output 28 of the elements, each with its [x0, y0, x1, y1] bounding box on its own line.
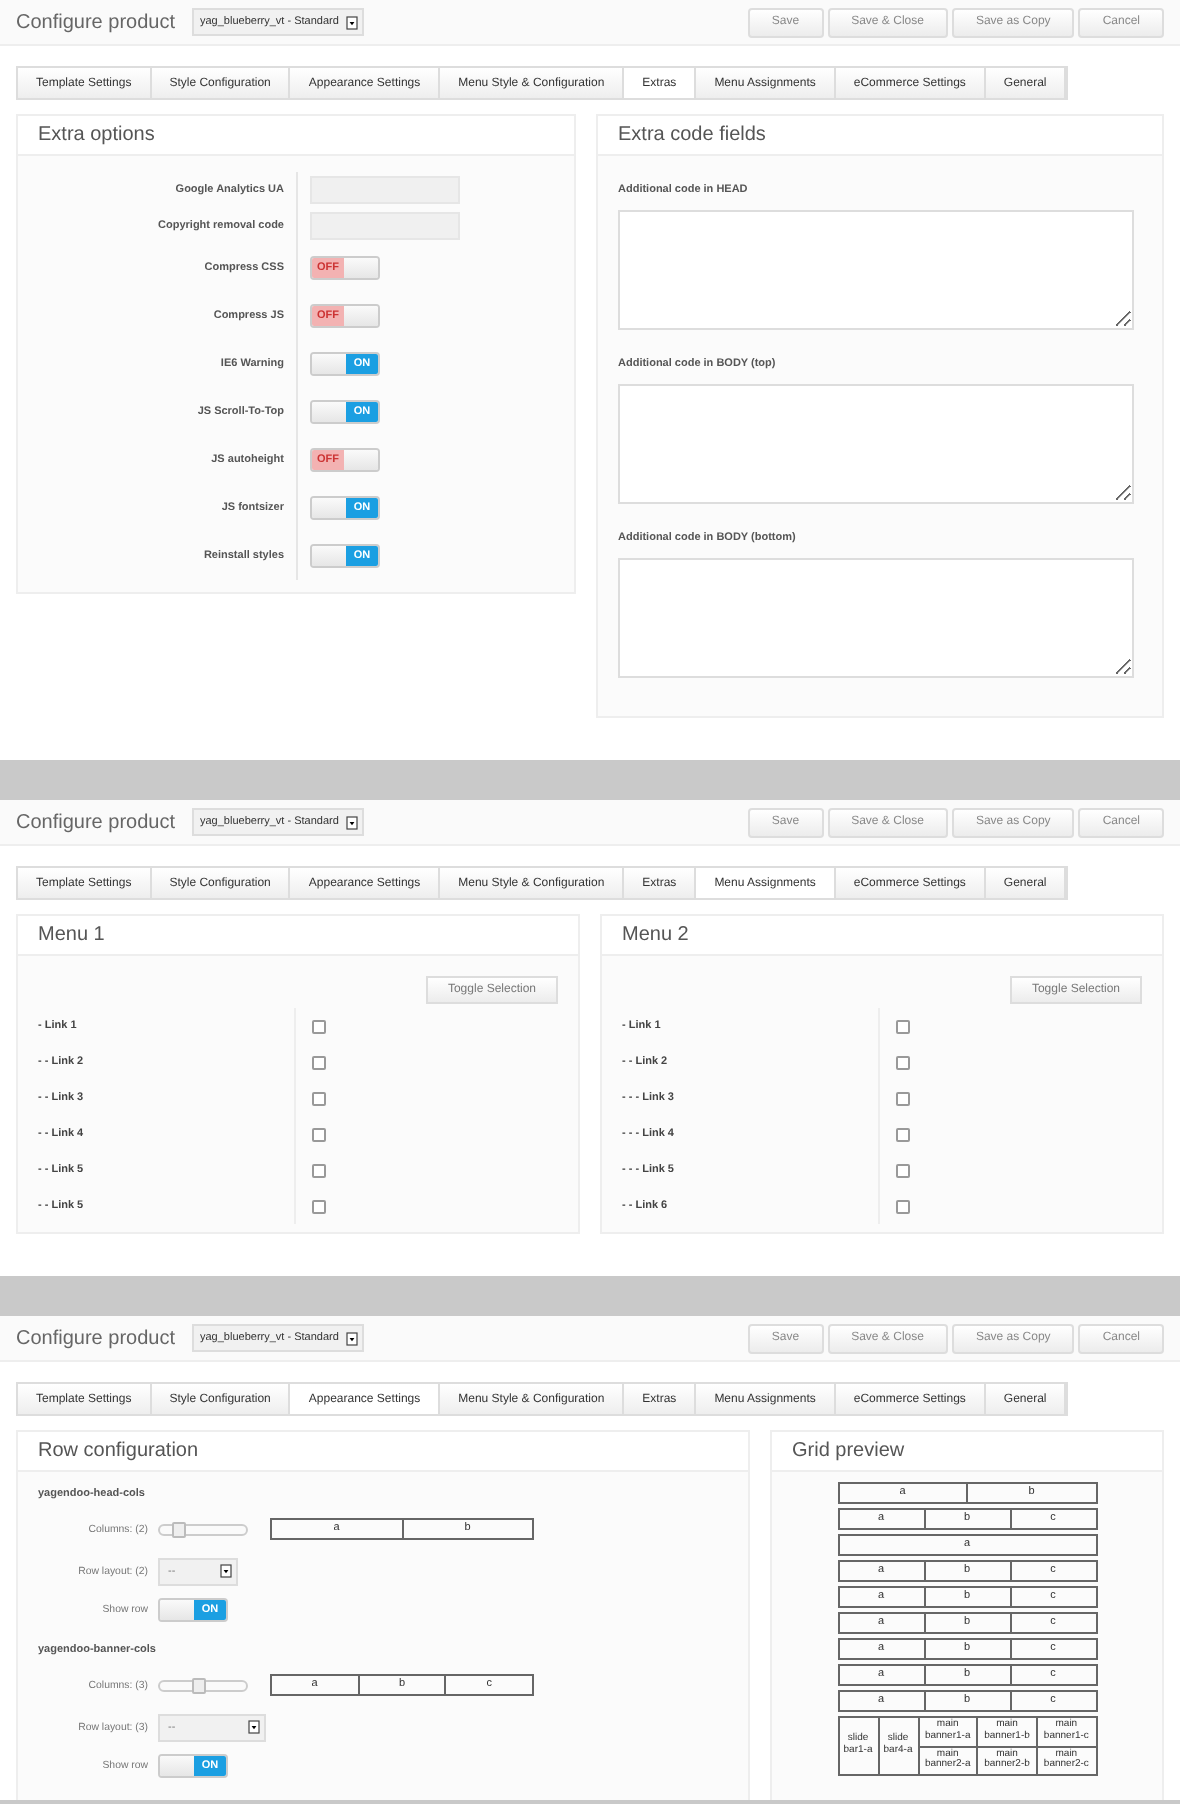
page-title: Configure product	[16, 1327, 177, 1349]
checkbox[interactable]	[896, 1019, 910, 1033]
caret-icon	[248, 1720, 260, 1734]
caret-icon	[346, 815, 359, 829]
checkbox[interactable]	[896, 1127, 910, 1141]
checkbox[interactable]	[896, 1055, 910, 1069]
panel-title: Extra options	[18, 116, 574, 156]
caret-icon	[220, 1564, 232, 1578]
caret-icon	[346, 1331, 359, 1345]
panel-title: Menu 1	[18, 916, 578, 956]
page-title: Configure product	[16, 11, 177, 33]
checkbox[interactable]	[896, 1091, 910, 1105]
checkbox[interactable]	[312, 1163, 326, 1177]
checkbox[interactable]	[312, 1199, 326, 1213]
checkbox[interactable]	[312, 1127, 326, 1141]
slider-thumb[interactable]	[171, 1521, 186, 1537]
checkbox[interactable]	[896, 1163, 910, 1177]
slider-thumb[interactable]	[192, 1677, 207, 1693]
panel-title: Menu 2	[602, 916, 1162, 956]
caret-icon	[346, 15, 359, 29]
checkbox[interactable]	[312, 1091, 326, 1105]
checkbox[interactable]	[312, 1019, 326, 1033]
checkbox[interactable]	[312, 1055, 326, 1069]
panel-title: Grid preview	[772, 1432, 1162, 1472]
checkbox[interactable]	[896, 1199, 910, 1213]
panel-title: Extra code fields	[598, 116, 1162, 156]
page-title: Configure product	[16, 811, 177, 833]
panel-title: Row configuration	[18, 1432, 748, 1472]
